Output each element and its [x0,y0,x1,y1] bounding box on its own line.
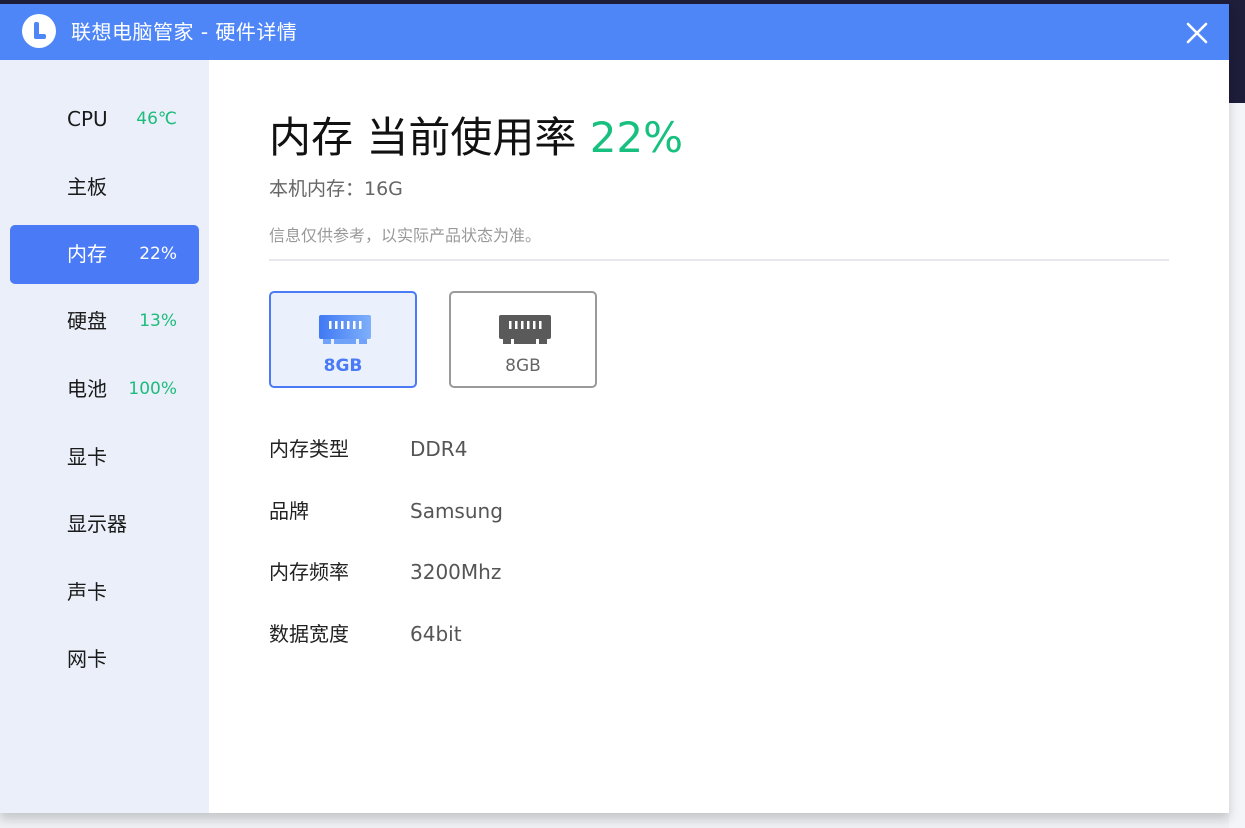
close-button[interactable] [1180,16,1214,50]
page-title-text: 内存 当前使用率 [269,113,590,162]
sidebar-item-sound[interactable]: 声卡 [10,563,199,622]
spec-key-brand: 品牌 [269,499,309,523]
sidebar-item-memory[interactable]: 内存 22% [10,225,199,284]
sidebar-item-disk[interactable]: 硬盘 13% [10,292,199,351]
spec-value-type: DDR4 [410,437,468,461]
divider [269,259,1169,261]
title-bar: 联想电脑管家 - 硬件详情 [0,4,1229,60]
app-window: 联想电脑管家 - 硬件详情 CPU 46℃ 主板 内存 22% 硬盘 13% 电… [0,4,1229,813]
window-title: 联想电脑管家 - 硬件详情 [71,20,298,44]
module-size-label: 8GB [323,356,363,376]
page-title: 内存 当前使用率 22% [269,110,683,166]
spec-value-frequency: 3200Mhz [410,560,502,584]
disclaimer-note: 信息仅供参考，以实际产品状态为准。 [269,226,542,245]
sidebar-item-motherboard[interactable]: 主板 [10,158,199,217]
sidebar-item-label: 电池 [67,377,107,401]
memory-module-slot-2[interactable]: 8GB [449,291,597,388]
sidebar-item-label: 声卡 [67,580,107,604]
sidebar-item-network[interactable]: 网卡 [10,630,199,689]
spec-key-width: 数据宽度 [269,622,349,646]
sidebar-item-graphics[interactable]: 显卡 [10,428,199,487]
memory-module-icon [319,315,371,344]
sidebar-item-value: 22% [139,244,177,264]
sidebar-item-label: 显示器 [67,512,127,536]
close-icon [1186,22,1208,44]
sidebar: CPU 46℃ 主板 内存 22% 硬盘 13% 电池 100% 显卡 显示器 … [0,60,209,813]
sidebar-item-label: CPU [67,107,108,131]
sidebar-item-value: 100% [128,379,177,399]
lenovo-l-logo-icon [22,14,56,48]
sidebar-item-label: 主板 [67,175,107,199]
sidebar-item-value: 13% [139,311,177,331]
sidebar-item-label: 网卡 [67,647,107,671]
sidebar-item-cpu[interactable]: CPU 46℃ [10,90,199,149]
sidebar-item-label: 硬盘 [67,309,107,333]
spec-key-frequency: 内存频率 [269,560,349,584]
usage-percent: 22% [589,113,684,162]
memory-module-slot-1[interactable]: 8GB [269,291,417,388]
spec-value-width: 64bit [410,622,462,646]
sidebar-item-label: 内存 [67,242,107,266]
spec-key-type: 内存类型 [269,437,349,461]
sidebar-item-display[interactable]: 显示器 [10,495,199,554]
sidebar-item-value: 46℃ [136,109,177,129]
sidebar-item-battery[interactable]: 电池 100% [10,360,199,419]
sidebar-item-label: 显卡 [67,445,107,469]
module-size-label: 8GB [505,356,541,376]
spec-value-brand: Samsung [410,499,503,523]
total-memory: 本机内存：16G [269,178,403,200]
memory-module-icon [499,315,551,344]
